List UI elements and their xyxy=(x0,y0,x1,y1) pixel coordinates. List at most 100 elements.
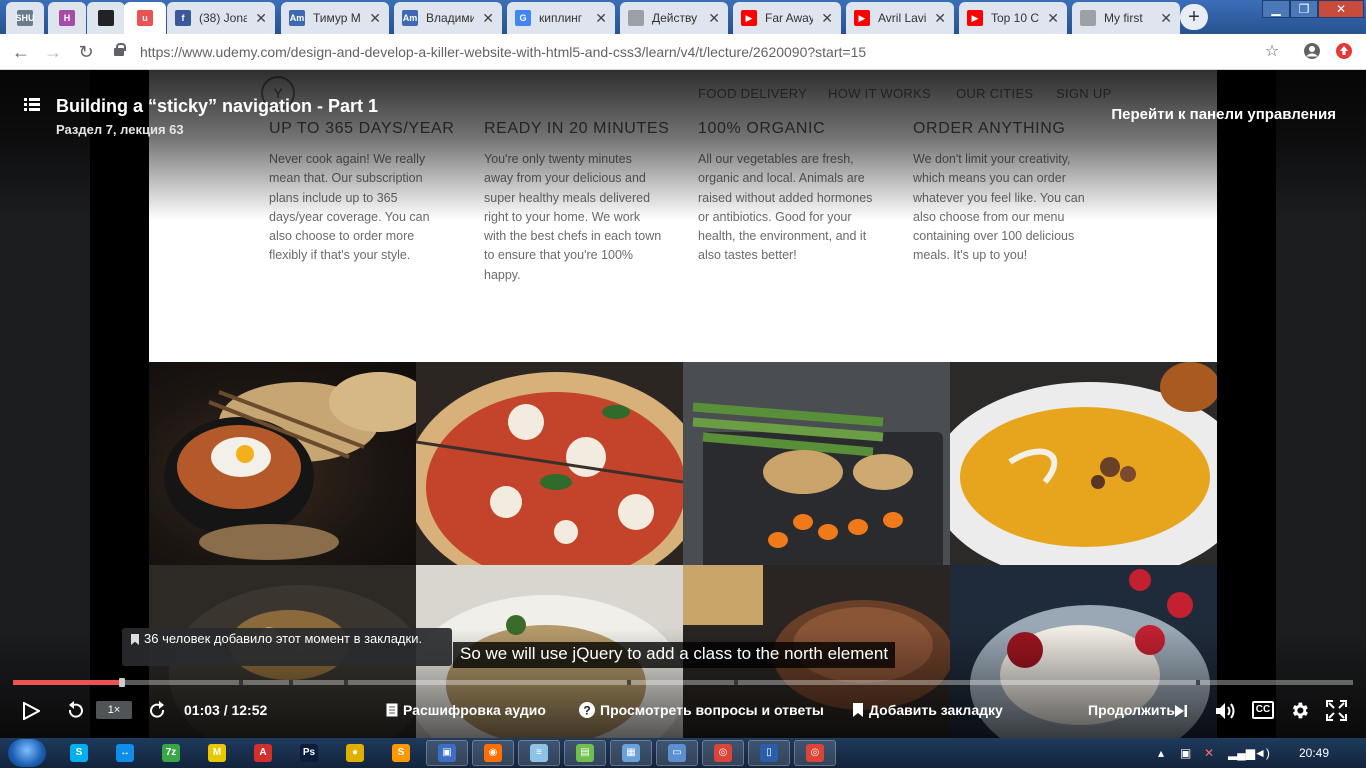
play-icon[interactable] xyxy=(22,701,42,725)
tab-close-icon[interactable]: ✕ xyxy=(369,10,381,27)
taskbar-app-mail[interactable]: M xyxy=(196,740,238,766)
floppy-icon: ▣ xyxy=(438,744,456,762)
taskbar-app-window[interactable]: ▭ xyxy=(656,740,698,766)
taskbar-app-ide[interactable]: ▯ xyxy=(748,740,790,766)
explorer-icon: ▤ xyxy=(576,744,594,762)
new-tab-button[interactable]: + xyxy=(1180,4,1208,30)
next-lecture-icon[interactable] xyxy=(1175,704,1187,722)
feature-title: 100% ORGANIC xyxy=(698,120,826,137)
forward-skip-icon[interactable] xyxy=(147,701,167,726)
clock[interactable]: 20:49 xyxy=(1299,738,1329,768)
feature-box: UP TO 365 DAYS/YEAR Never cook again! We… xyxy=(269,120,454,266)
youtube-icon: ▶ xyxy=(741,10,757,26)
playback-speed-button[interactable]: 1× xyxy=(96,701,132,719)
back-icon[interactable]: ← xyxy=(10,41,32,63)
feature-text: Never cook again! We really mean that. O… xyxy=(269,152,430,263)
taskbar-app-pdf[interactable]: A xyxy=(242,740,284,766)
closed-captions-icon[interactable]: CC xyxy=(1252,701,1274,719)
color-app-icon: ● xyxy=(346,744,364,762)
tab-close-icon[interactable]: ✕ xyxy=(255,10,267,27)
add-bookmark-button[interactable]: Добавить закладку xyxy=(869,702,1003,718)
pdf-icon: A xyxy=(254,744,272,762)
close-window-button[interactable]: ✕ xyxy=(1318,0,1364,18)
tray-volume-icon[interactable]: ◄) xyxy=(1254,738,1270,768)
browser-tab[interactable]: Am Владими ✕ xyxy=(394,2,502,34)
taskbar-app-explorer[interactable]: ▤ xyxy=(564,740,606,766)
taskbar-app-color-app[interactable]: ● xyxy=(334,740,376,766)
tab-title: My first xyxy=(1104,11,1143,25)
tab-close-icon[interactable]: ✕ xyxy=(1160,10,1172,27)
mail-icon: M xyxy=(208,744,226,762)
tab-close-icon[interactable]: ✕ xyxy=(1047,10,1059,27)
qa-button[interactable]: Просмотреть вопросы и ответы xyxy=(600,702,824,718)
address-bar: ← → ↻ https://www.udemy.com/design-and-d… xyxy=(0,34,1366,70)
transcript-button[interactable]: Расшифровка аудио xyxy=(403,702,546,718)
taskbar-app-photoshop[interactable]: Ps xyxy=(288,740,330,766)
browser-tab[interactable]: ▶ Far Away ✕ xyxy=(733,2,841,34)
udemy-icon: u xyxy=(137,10,153,26)
reload-icon[interactable]: ↻ xyxy=(75,41,97,63)
progress-chapter-mark xyxy=(344,680,348,685)
teamviewer-icon: ↔ xyxy=(116,744,134,762)
tab-close-icon[interactable]: ✕ xyxy=(934,10,946,27)
browser-tab[interactable]: H xyxy=(48,2,86,34)
tray-signal-icon[interactable]: ▂▄▆ xyxy=(1228,738,1255,768)
photoshop-icon: Ps xyxy=(300,744,318,762)
maximize-button[interactable]: ❐ xyxy=(1290,0,1318,18)
url-field[interactable]: https://www.udemy.com/design-and-develop… xyxy=(114,40,1294,64)
bookmark-star-icon[interactable]: ☆ xyxy=(1262,42,1282,62)
taskbar-app-floppy[interactable]: ▣ xyxy=(426,740,468,766)
tray-device-icon[interactable]: ▣ xyxy=(1180,738,1191,768)
taskbar-app-network[interactable]: ▦ xyxy=(610,740,652,766)
chrome-icon: ◎ xyxy=(714,744,732,762)
browser-tab[interactable]: SHU xyxy=(6,2,44,34)
curriculum-menu-icon[interactable] xyxy=(24,98,40,112)
forward-icon[interactable]: → xyxy=(42,41,64,63)
progress-handle[interactable] xyxy=(119,678,125,687)
start-button[interactable] xyxy=(8,739,46,767)
browser-tab[interactable]: My first ✕ xyxy=(1072,2,1180,34)
taskbar-app-notepad[interactable]: ≡ xyxy=(518,740,560,766)
tab-close-icon[interactable]: ✕ xyxy=(708,10,720,27)
taskbar-app-cheat-app[interactable]: 7z xyxy=(150,740,192,766)
tab-close-icon[interactable]: ✕ xyxy=(595,10,607,27)
volume-icon[interactable] xyxy=(1215,701,1237,726)
continue-button[interactable]: Продолжить xyxy=(1088,702,1175,718)
taskbar-app-chrome2[interactable]: ◎ xyxy=(794,740,836,766)
youtube-icon: ▶ xyxy=(854,10,870,26)
rewind-icon[interactable] xyxy=(66,701,86,726)
browser-tab[interactable] xyxy=(87,2,125,34)
document-icon xyxy=(628,10,644,26)
tab-close-icon[interactable]: ✕ xyxy=(482,10,494,27)
taskbar-app-skype[interactable]: S xyxy=(58,740,100,766)
tray-network-warning-icon[interactable]: ✕ xyxy=(1204,738,1214,768)
browser-tab[interactable]: Действу ✕ xyxy=(620,2,728,34)
bookmark-add-icon xyxy=(853,703,863,722)
browser-tab[interactable]: Am Тимур М ✕ xyxy=(281,2,389,34)
browser-tab[interactable]: f (38) Jona ✕ xyxy=(167,2,275,34)
tab-close-icon[interactable]: ✕ xyxy=(821,10,833,27)
browser-tab[interactable]: ▶ Top 10 C ✕ xyxy=(959,2,1067,34)
minimize-button[interactable]: ▁ xyxy=(1262,0,1290,18)
feature-text: You're only twenty minutes away from you… xyxy=(484,152,662,282)
dashboard-link[interactable]: Перейти к панели управления xyxy=(1111,106,1336,123)
document-icon xyxy=(1080,10,1096,26)
lecture-title: Building a “sticky” navigation - Part 1 xyxy=(56,96,379,116)
tray-arrow-icon[interactable]: ▴ xyxy=(1158,738,1164,768)
taskbar-app-sublime[interactable]: S xyxy=(380,740,422,766)
settings-gear-icon[interactable] xyxy=(1289,700,1310,726)
progress-bar[interactable] xyxy=(13,678,1353,687)
browser-tab[interactable]: Gкиплинг ✕ xyxy=(507,2,615,34)
subtitle-caption: So we will use jQuery to add a class to … xyxy=(453,642,896,668)
taskbar-app-chrome[interactable]: ◎ xyxy=(702,740,744,766)
fullscreen-icon[interactable] xyxy=(1326,700,1347,726)
food-photo-bibimbap xyxy=(149,362,416,565)
taskbar-app-teamviewer[interactable]: ↔ xyxy=(104,740,146,766)
extension-icon[interactable] xyxy=(1334,42,1354,62)
browser-tab[interactable]: u xyxy=(124,2,166,34)
sublime-icon: S xyxy=(392,744,410,762)
tab-title: Владими xyxy=(426,11,475,25)
taskbar-app-firefox[interactable]: ◉ xyxy=(472,740,514,766)
profile-icon[interactable] xyxy=(1302,42,1322,62)
browser-tab[interactable]: ▶ Avril Lavi ✕ xyxy=(846,2,954,34)
